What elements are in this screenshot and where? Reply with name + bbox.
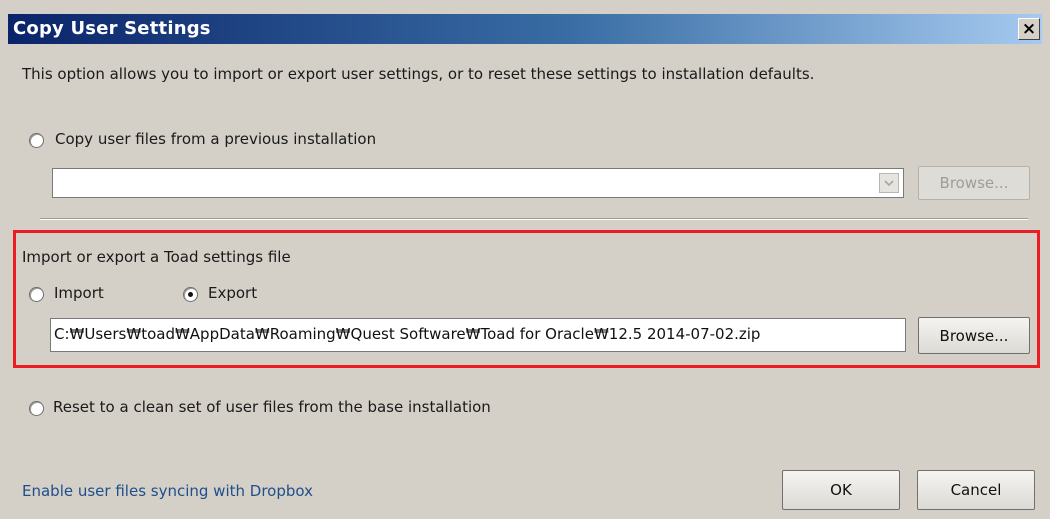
import-label[interactable]: Import <box>54 284 104 302</box>
ok-button[interactable]: OK <box>782 470 900 510</box>
close-button[interactable]: × <box>1018 18 1040 40</box>
chevron-down-icon <box>884 180 894 186</box>
dropdown-arrow[interactable] <box>879 173 899 193</box>
previous-installation-combo[interactable] <box>52 168 904 198</box>
title-bar[interactable]: Copy User Settings × <box>8 14 1042 44</box>
browse-settings-button[interactable]: Browse... <box>918 317 1030 354</box>
cancel-button[interactable]: Cancel <box>917 470 1035 510</box>
copy-user-settings-dialog: Copy User Settings × This option allows … <box>0 0 1050 519</box>
import-export-heading: Import or export a Toad settings file <box>22 248 291 266</box>
description-text: This option allows you to import or expo… <box>22 65 815 83</box>
copy-previous-label[interactable]: Copy user files from a previous installa… <box>55 130 376 148</box>
window-title: Copy User Settings <box>13 18 211 39</box>
close-icon: × <box>1021 18 1037 39</box>
import-radio[interactable] <box>29 287 44 302</box>
browse-previous-button[interactable]: Browse... <box>918 166 1030 200</box>
copy-previous-radio[interactable] <box>29 133 44 148</box>
reset-label[interactable]: Reset to a clean set of user files from … <box>53 398 491 416</box>
export-radio[interactable] <box>183 287 198 302</box>
dropbox-sync-link[interactable]: Enable user files syncing with Dropbox <box>22 482 313 500</box>
section-divider <box>40 218 1028 220</box>
reset-radio[interactable] <box>29 401 44 416</box>
settings-file-path-input[interactable]: C:₩Users₩toad₩AppData₩Roaming₩Quest Soft… <box>50 318 906 352</box>
export-label[interactable]: Export <box>208 284 257 302</box>
